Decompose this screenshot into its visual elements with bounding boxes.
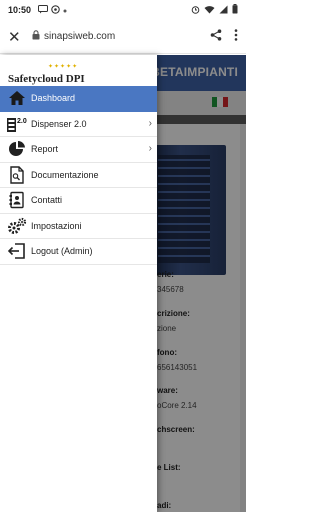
logo-text: Safetycloud DPI bbox=[8, 73, 85, 85]
home-icon bbox=[6, 89, 28, 107]
logo-stars-icon: ✦✦✦✦✦ bbox=[48, 64, 79, 70]
chevron-right-icon: › bbox=[148, 143, 152, 154]
browser-toolbar: ✕ sinapsiweb.com bbox=[0, 20, 246, 54]
menu-item-impostazioni[interactable]: Impostazioni bbox=[0, 214, 157, 239]
logo: ✦✦✦✦✦ Safetycloud DPI bbox=[8, 63, 148, 87]
document-icon bbox=[6, 166, 28, 184]
navigation-drawer: ✦✦✦✦✦ Safetycloud DPI Dashboard 2.0 Disp… bbox=[0, 55, 157, 512]
contacts-icon bbox=[6, 191, 28, 209]
close-icon[interactable]: ✕ bbox=[8, 28, 26, 46]
menu-item-report[interactable]: Report › bbox=[0, 137, 157, 163]
menu-item-dashboard[interactable]: Dashboard bbox=[0, 86, 157, 112]
status-time: 10:50 bbox=[8, 5, 32, 15]
wifi-icon bbox=[204, 5, 215, 16]
menu-item-documentazione[interactable]: Documentazione bbox=[0, 163, 157, 188]
message-icon bbox=[38, 4, 49, 16]
alarm-icon bbox=[191, 5, 200, 16]
lock-icon bbox=[32, 30, 40, 43]
battery-icon bbox=[232, 4, 238, 16]
menu-item-contatti[interactable]: Contatti bbox=[0, 188, 157, 214]
circle-notification-icon bbox=[51, 4, 60, 16]
overflow-menu-icon[interactable] bbox=[234, 28, 238, 46]
gears-icon bbox=[6, 217, 28, 235]
menu-item-label: Logout (Admin) bbox=[31, 246, 93, 257]
url-bar[interactable]: sinapsiweb.com bbox=[32, 30, 115, 43]
signal-icon bbox=[219, 5, 228, 16]
menu-item-label: Impostazioni bbox=[31, 220, 82, 231]
status-bar: 10:50 bbox=[0, 0, 246, 20]
menu-item-label: Documentazione bbox=[31, 169, 99, 180]
pie-chart-icon bbox=[6, 140, 28, 158]
menu-item-dispenser[interactable]: 2.0 Dispenser 2.0 › bbox=[0, 112, 157, 137]
menu-item-logout[interactable]: Logout (Admin) bbox=[0, 239, 157, 265]
dot-icon bbox=[63, 5, 67, 15]
chevron-right-icon: › bbox=[148, 117, 152, 129]
menu-item-label: Dashboard bbox=[31, 93, 76, 104]
menu-item-label: Contatti bbox=[31, 195, 63, 206]
menu-item-label: Report bbox=[31, 144, 59, 155]
url-text: sinapsiweb.com bbox=[44, 31, 116, 42]
svg-text:2.0: 2.0 bbox=[17, 118, 27, 125]
drawer-menu: Dashboard 2.0 Dispenser 2.0 › Report › D… bbox=[0, 86, 157, 265]
dispenser-icon: 2.0 bbox=[6, 115, 28, 133]
logout-icon bbox=[6, 242, 28, 260]
share-icon[interactable] bbox=[210, 28, 222, 46]
menu-item-label: Dispenser 2.0 bbox=[31, 118, 87, 129]
